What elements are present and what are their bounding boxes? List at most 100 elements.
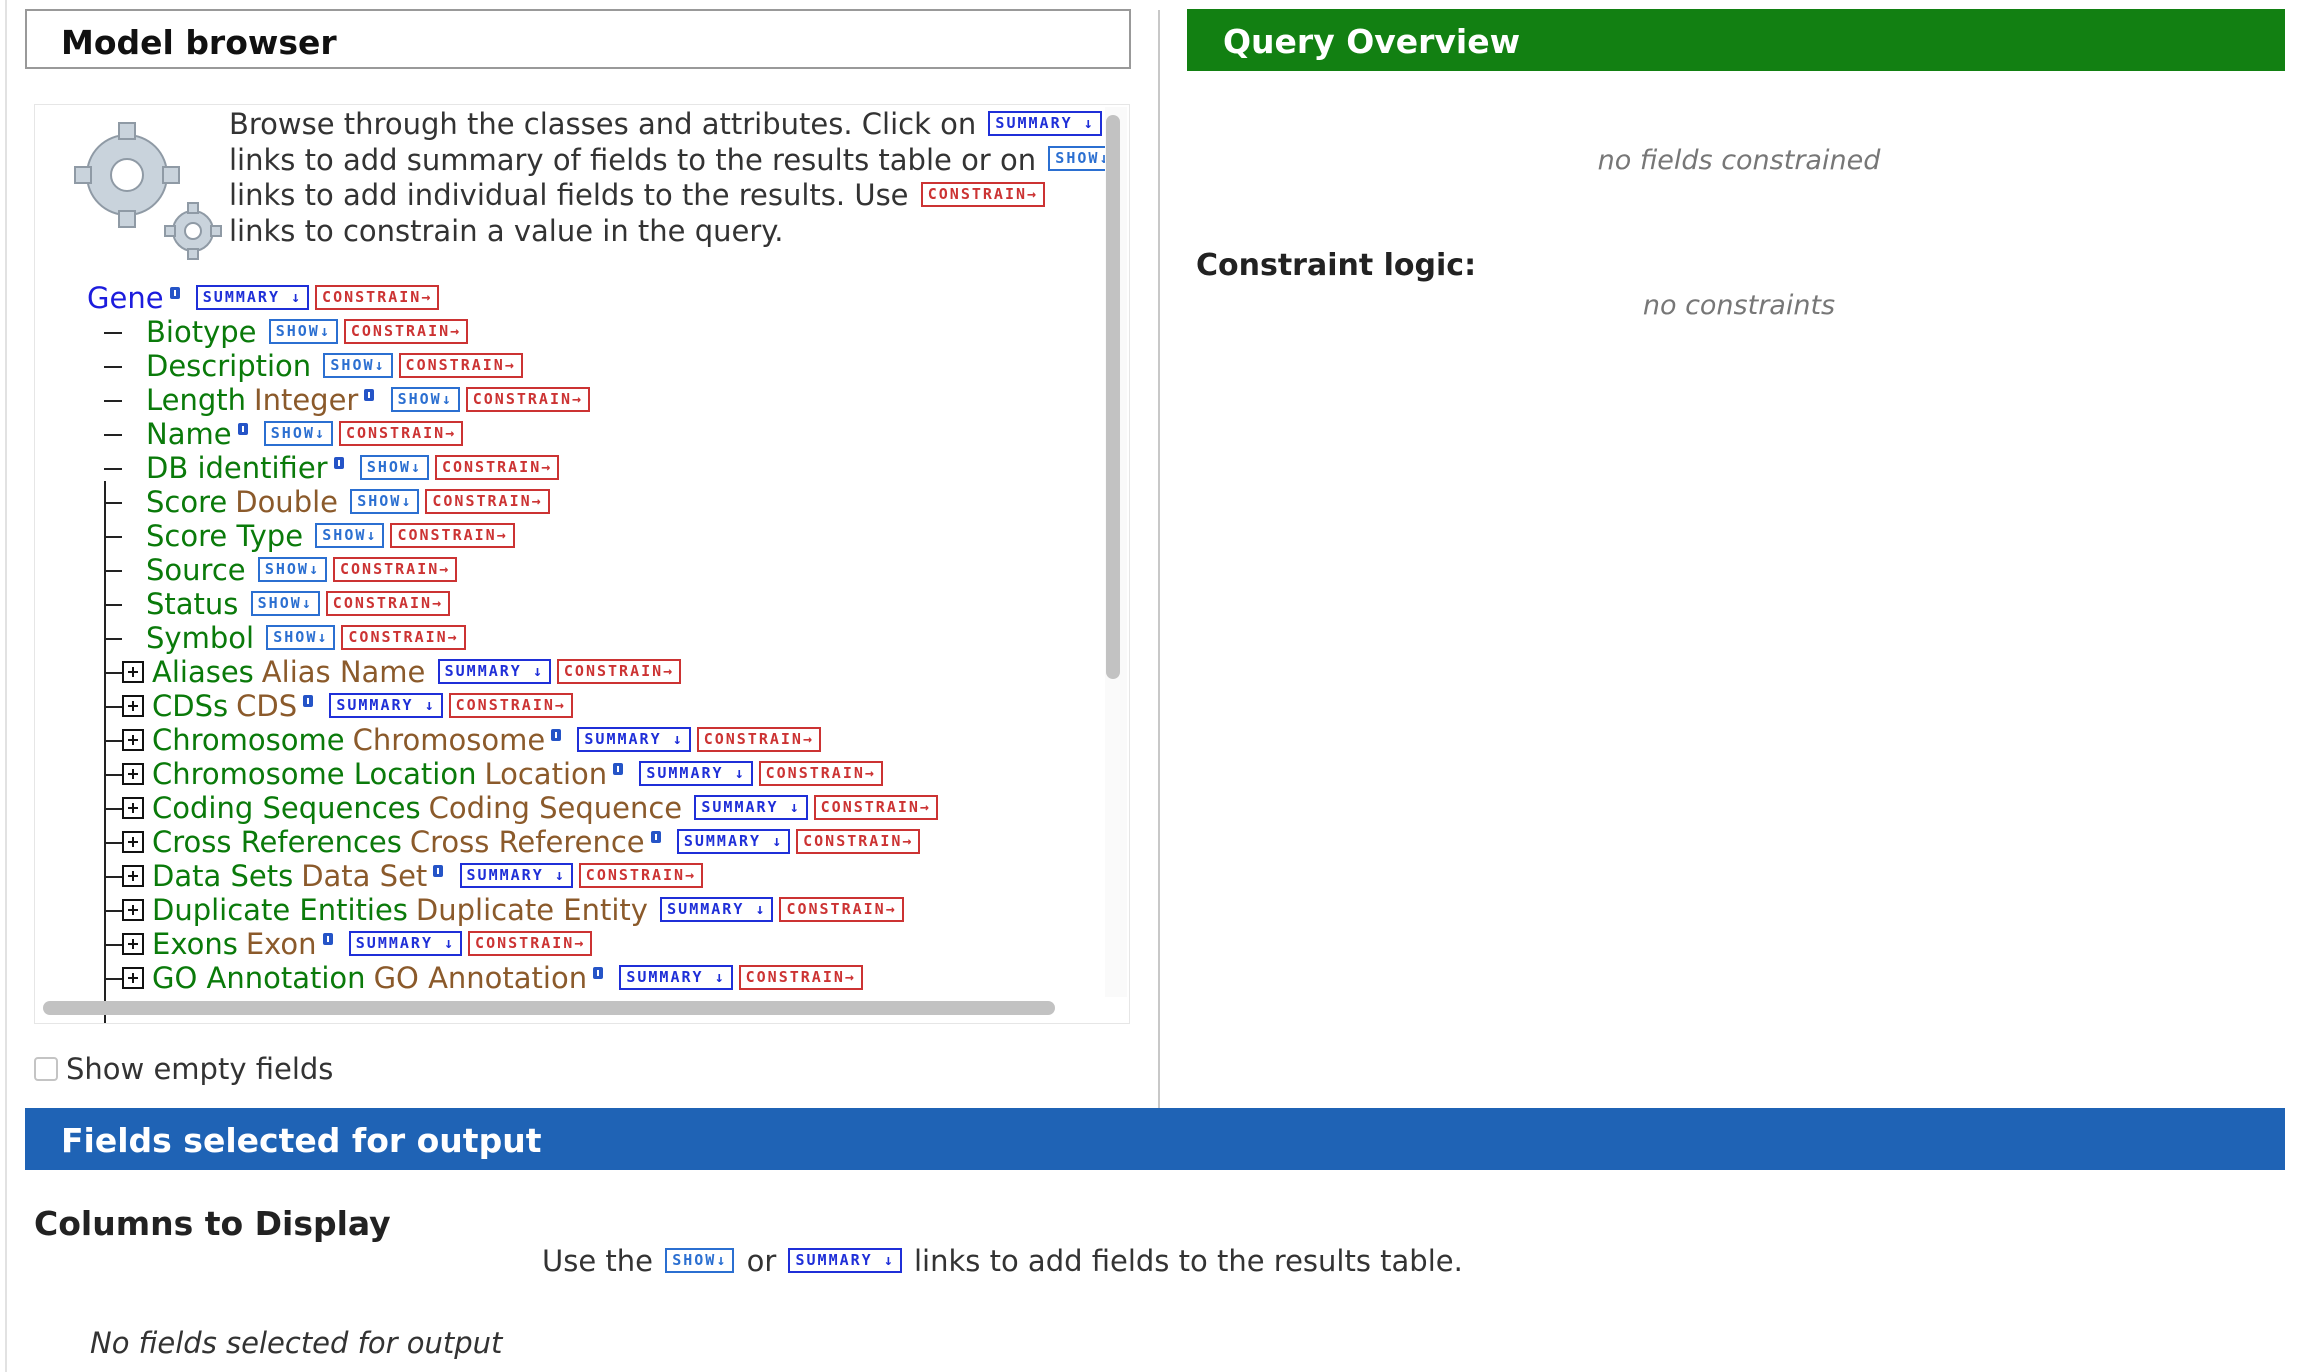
fields-selected-header: Fields selected for output <box>25 1108 2285 1170</box>
expand-icon[interactable] <box>122 899 144 921</box>
info-icon[interactable] <box>613 763 624 775</box>
tree-connector-tick <box>104 604 122 606</box>
info-icon[interactable] <box>650 831 661 843</box>
expand-icon[interactable] <box>122 831 144 853</box>
constrain-button[interactable]: CONSTRAIN→ <box>465 386 591 412</box>
expand-icon[interactable] <box>122 933 144 955</box>
model-browser-title: Model browser <box>61 23 337 62</box>
constrain-button[interactable]: CONSTRAIN→ <box>758 760 883 786</box>
constrain-button[interactable]: CONSTRAIN→ <box>556 658 682 684</box>
expand-icon[interactable] <box>122 967 144 989</box>
show-button[interactable]: SHOW↓ <box>266 624 336 650</box>
constrain-button[interactable]: CONSTRAIN→ <box>398 352 523 378</box>
info-icon[interactable] <box>322 933 333 945</box>
field-name[interactable]: Coding Sequences <box>152 791 421 825</box>
info-icon[interactable] <box>237 423 248 435</box>
field-name[interactable]: DB identifier <box>146 451 328 485</box>
summary-button[interactable]: SUMMARY ↓ <box>329 692 443 718</box>
info-icon[interactable] <box>169 287 180 299</box>
info-icon[interactable] <box>433 865 444 877</box>
constrain-button[interactable]: CONSTRAIN→ <box>390 522 515 548</box>
constrain-button[interactable]: CONSTRAIN→ <box>779 896 904 922</box>
summary-button[interactable]: SUMMARY ↓ <box>348 930 463 956</box>
info-icon[interactable] <box>303 695 314 707</box>
constrain-button[interactable]: CONSTRAIN→ <box>332 556 458 582</box>
field-type: Integer <box>254 383 359 417</box>
constrain-button[interactable]: CONSTRAIN→ <box>796 828 921 854</box>
constrain-button[interactable]: CONSTRAIN→ <box>578 862 704 888</box>
vertical-scroll-thumb[interactable] <box>1106 115 1120 679</box>
summary-button[interactable]: SUMMARY ↓ <box>195 284 310 310</box>
field-name[interactable]: Duplicate Entities <box>152 893 408 927</box>
show-empty-fields-checkbox[interactable] <box>34 1057 58 1081</box>
show-button[interactable]: SHOW↓ <box>250 590 320 616</box>
constrain-button[interactable]: CONSTRAIN→ <box>425 488 550 514</box>
fields-selected-title: Fields selected for output <box>61 1121 542 1160</box>
show-button[interactable]: SHOW↓ <box>350 488 420 514</box>
field-name[interactable]: Exons <box>152 927 238 961</box>
constrain-button[interactable]: CONSTRAIN→ <box>813 794 938 820</box>
summary-button[interactable]: SUMMARY ↓ <box>694 794 808 820</box>
field-name[interactable]: Name <box>146 417 232 451</box>
field-name[interactable]: Cross References <box>152 825 402 859</box>
summary-button[interactable]: SUMMARY ↓ <box>437 658 551 684</box>
constrain-button[interactable]: CONSTRAIN→ <box>343 318 469 344</box>
summary-button[interactable]: SUMMARY ↓ <box>660 896 774 922</box>
vertical-scrollbar[interactable] <box>1105 107 1127 997</box>
field-type: Cross Reference <box>409 825 645 859</box>
show-button[interactable]: SHOW↓ <box>323 352 393 378</box>
constrain-button[interactable]: CONSTRAIN→ <box>325 590 451 616</box>
field-name[interactable]: Description <box>146 349 311 383</box>
constrain-button[interactable]: CONSTRAIN→ <box>341 624 466 650</box>
field-name[interactable]: Length <box>146 383 246 417</box>
constrain-button[interactable]: CONSTRAIN→ <box>738 964 863 990</box>
field-name[interactable]: Chromosome <box>152 723 345 757</box>
constrain-button[interactable]: CONSTRAIN→ <box>434 454 560 480</box>
field-name[interactable]: Data Sets <box>152 859 293 893</box>
constrain-button[interactable]: CONSTRAIN→ <box>315 284 440 310</box>
summary-button[interactable]: SUMMARY ↓ <box>459 862 573 888</box>
expand-icon[interactable] <box>122 763 144 785</box>
constrain-button[interactable]: CONSTRAIN→ <box>468 930 593 956</box>
show-empty-fields[interactable]: Show empty fields <box>34 1052 333 1086</box>
field-name[interactable]: CDSs <box>152 689 228 723</box>
field-name[interactable]: Score <box>146 485 227 519</box>
field-name[interactable]: Source <box>146 553 246 587</box>
expand-icon[interactable] <box>122 797 144 819</box>
horizontal-scroll-thumb[interactable] <box>43 1001 1055 1015</box>
field-name[interactable]: Biotype <box>146 315 256 349</box>
field-name[interactable]: Aliases <box>152 655 254 689</box>
model-browser-header: Model browser <box>25 9 1131 69</box>
show-button[interactable]: SHOW↓ <box>390 386 460 412</box>
tree-connector-tick <box>104 672 122 674</box>
field-name[interactable]: Symbol <box>146 621 254 655</box>
info-icon[interactable] <box>333 457 344 469</box>
show-button[interactable]: SHOW↓ <box>263 420 333 446</box>
field-name[interactable]: Score Type <box>146 519 303 553</box>
info-icon[interactable] <box>364 389 375 401</box>
constrain-button[interactable]: CONSTRAIN→ <box>448 692 573 718</box>
show-button[interactable]: SHOW↓ <box>359 454 429 480</box>
expand-icon[interactable] <box>122 865 144 887</box>
field-name[interactable]: Chromosome Location <box>152 757 476 791</box>
summary-button[interactable]: SUMMARY ↓ <box>639 760 753 786</box>
info-icon[interactable] <box>593 967 604 979</box>
field-type: Location <box>484 757 608 791</box>
constrain-button[interactable]: CONSTRAIN→ <box>696 726 821 752</box>
field-name[interactable]: GO Annotation <box>152 961 366 995</box>
summary-button[interactable]: SUMMARY ↓ <box>676 828 791 854</box>
info-icon[interactable] <box>551 729 562 741</box>
field-name[interactable]: Status <box>146 587 238 621</box>
field-type: Exon <box>245 927 317 961</box>
root-class-name[interactable]: Gene <box>87 281 164 315</box>
summary-button[interactable]: SUMMARY ↓ <box>577 726 691 752</box>
summary-button[interactable]: SUMMARY ↓ <box>619 964 733 990</box>
expand-icon[interactable] <box>122 729 144 751</box>
expand-icon[interactable] <box>122 695 144 717</box>
expand-icon[interactable] <box>122 661 144 683</box>
show-button[interactable]: SHOW↓ <box>257 556 327 582</box>
show-button[interactable]: SHOW↓ <box>315 522 385 548</box>
model-browser-panel[interactable]: Browse through the classes and attribute… <box>34 104 1130 1024</box>
constrain-button[interactable]: CONSTRAIN→ <box>338 420 464 446</box>
show-button[interactable]: SHOW↓ <box>268 318 338 344</box>
